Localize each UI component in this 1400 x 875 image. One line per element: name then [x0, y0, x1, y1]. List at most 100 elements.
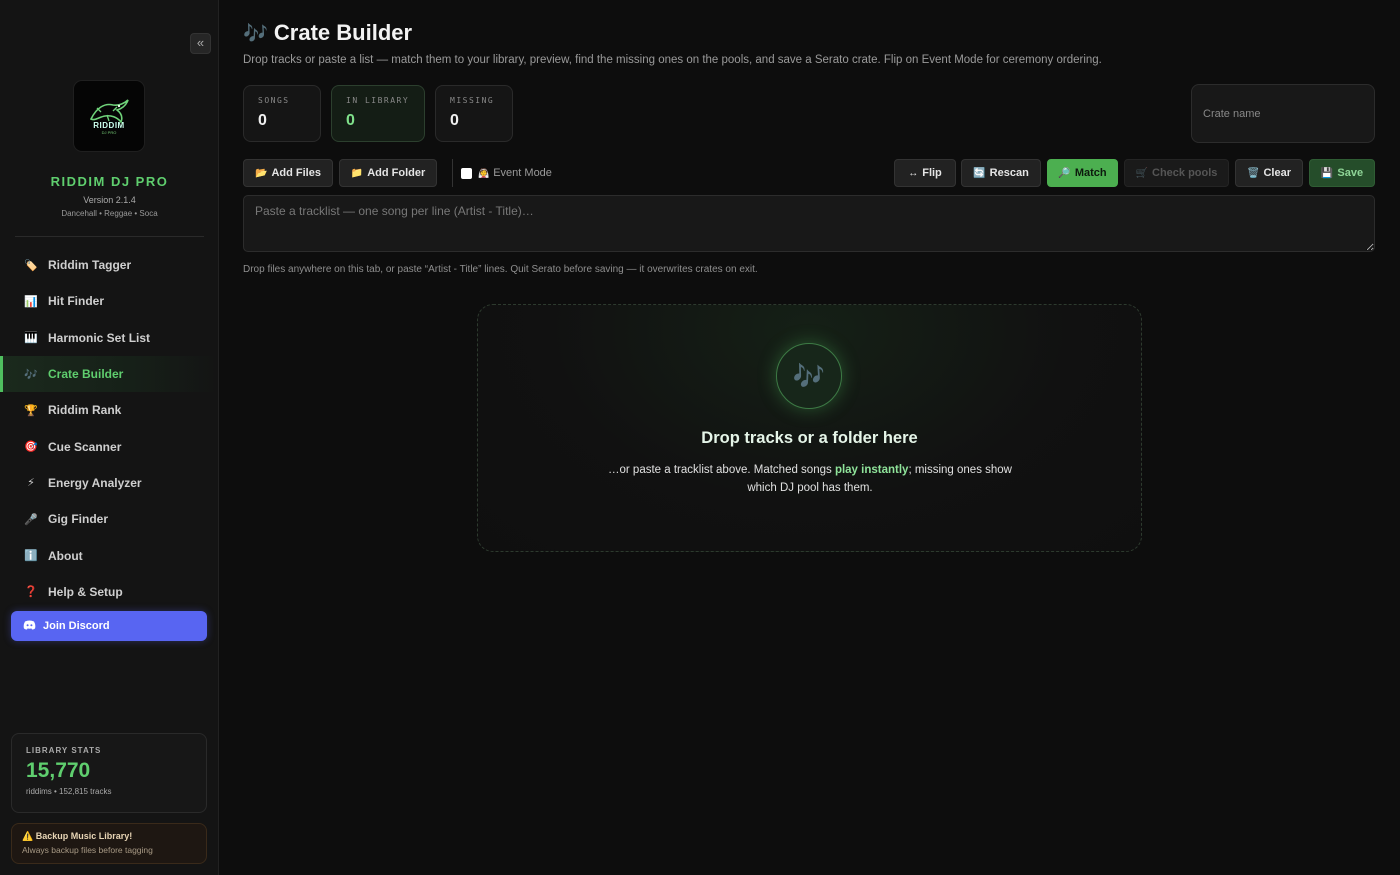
tracklist-textarea[interactable]: [243, 195, 1375, 252]
library-stats-value: 15,770: [26, 759, 91, 782]
search-icon: 🔎: [1058, 167, 1071, 179]
music-notes-icon: 🎶: [243, 22, 268, 45]
clear-button[interactable]: 🗑️ Clear: [1235, 159, 1303, 187]
nav-item-hit-finder[interactable]: 📊 Hit Finder: [0, 283, 218, 319]
match-button[interactable]: 🔎 Match: [1047, 159, 1118, 187]
check-pools-button[interactable]: 🛒 Check pools: [1124, 159, 1229, 187]
dropzone-title: Drop tracks or a folder here: [701, 429, 918, 447]
add-files-label: Add Files: [271, 167, 321, 179]
nav-item-label: Hit Finder: [48, 294, 104, 309]
nav-item-cue-scanner[interactable]: 🎯 Cue Scanner: [0, 428, 218, 464]
target-icon: 🎯: [24, 441, 38, 454]
app-version: Version 2.1.4: [83, 195, 136, 205]
nav-item-crate-builder[interactable]: 🎶 Crate Builder: [0, 355, 218, 393]
sidebar-divider: [15, 236, 204, 237]
question-icon: ❓: [24, 586, 38, 599]
stat-in-library-label: IN LIBRARY: [346, 96, 410, 105]
library-stats-card: LIBRARY STATS 15,770 riddims • 152,815 t…: [11, 733, 207, 813]
discord-label: Join Discord: [43, 620, 110, 632]
stat-missing: MISSING 0: [435, 85, 513, 142]
tag-icon: 🏷️: [24, 259, 38, 272]
brand-name: RIDDIM DJ PRO: [50, 174, 169, 189]
sidebar: « RIDDIM DJ PRO RIDDIM DJ PRO Version 2.…: [0, 0, 219, 875]
collapse-sidebar-button[interactable]: «: [190, 33, 211, 54]
nav-item-help-setup[interactable]: ❓ Help & Setup: [0, 574, 218, 610]
join-discord-button[interactable]: Join Discord: [11, 611, 207, 641]
add-folder-label: Add Folder: [367, 167, 426, 179]
library-stats-sub: riddims • 152,815 tracks: [26, 787, 112, 796]
discord-icon: [23, 620, 36, 633]
nav-item-label: Energy Analyzer: [48, 475, 142, 490]
folder-icon: 📁: [350, 167, 364, 179]
usage-hint: Drop files anywhere on this tab, or past…: [243, 264, 758, 275]
bride-icon: 👰: [478, 167, 490, 178]
match-label: Match: [1074, 167, 1107, 179]
nav-item-label: Gig Finder: [48, 512, 108, 527]
nav-item-harmonic-set-list[interactable]: 🎹 Harmonic Set List: [0, 320, 218, 356]
warning-icon: ⚠️: [22, 831, 34, 841]
piano-icon: 🎹: [24, 332, 38, 345]
stat-in-library-value: 0: [346, 112, 355, 129]
refresh-icon: 🔄: [973, 167, 986, 179]
cart-icon: 🛒: [1135, 167, 1149, 179]
flip-label: Flip: [922, 167, 942, 179]
nav-item-label: Harmonic Set List: [48, 330, 151, 345]
event-mode-checkbox[interactable]: [461, 167, 472, 179]
microphone-icon: 🎤: [24, 513, 38, 526]
event-mode-toggle[interactable]: 👰 Event Mode: [452, 159, 552, 187]
nav-item-label: Cue Scanner: [48, 439, 122, 454]
stat-songs: SONGS 0: [243, 85, 321, 142]
nav-item-label: About: [48, 548, 83, 563]
sidebar-nav: 🏷️ Riddim Tagger 📊 Hit Finder 🎹 Harmonic…: [0, 247, 218, 610]
chart-icon: 📊: [24, 295, 38, 308]
dropzone-text-pre: …or paste a tracklist above. Matched son…: [608, 464, 835, 476]
info-icon: ℹ️: [24, 550, 38, 563]
nav-item-riddim-tagger[interactable]: 🏷️ Riddim Tagger: [0, 247, 218, 283]
backup-warning-title-text: Backup Music Library!: [35, 831, 133, 841]
folder-icon: 📂: [255, 167, 268, 179]
nav-item-label: Riddim Tagger: [48, 258, 132, 273]
backup-warning-title: ⚠️ Backup Music Library!: [22, 831, 196, 842]
nav-item-label: Crate Builder: [48, 367, 124, 382]
nav-item-riddim-rank[interactable]: 🏆 Riddim Rank: [0, 392, 218, 428]
nav-item-energy-analyzer[interactable]: ⚡ Energy Analyzer: [0, 465, 218, 501]
floppy-disk-icon: 💾: [1320, 167, 1334, 179]
trash-icon: 🗑️: [1247, 167, 1260, 179]
backup-warning-sub: Always backup files before tagging: [22, 845, 153, 855]
flip-button[interactable]: ↔ Flip: [894, 159, 956, 187]
add-folder-button[interactable]: 📁 Add Folder: [339, 159, 437, 187]
library-stats-label: LIBRARY STATS: [26, 746, 102, 755]
page-title-text: Crate Builder: [273, 20, 413, 45]
main-content: 🎶 Crate Builder Drop tracks or paste a l…: [219, 0, 1400, 875]
add-files-button[interactable]: 📂 Add Files: [243, 159, 333, 187]
music-notes-icon: 🎶: [24, 368, 38, 381]
nav-item-label: Riddim Rank: [48, 403, 122, 418]
dropzone-text-highlight: play instantly: [834, 464, 909, 476]
page-title: 🎶 Crate Builder: [243, 20, 412, 46]
stat-in-library: IN LIBRARY 0: [331, 85, 425, 142]
nav-item-label: Help & Setup: [48, 584, 123, 599]
logo-wordmark: RIDDIM: [93, 121, 125, 130]
page-description: Drop tracks or paste a list — match them…: [243, 54, 1102, 66]
clear-label: Clear: [1263, 167, 1291, 179]
event-mode-label: Event Mode: [493, 167, 552, 179]
app-window: « RIDDIM DJ PRO RIDDIM DJ PRO Version 2.…: [0, 0, 1400, 875]
lightning-icon: ⚡: [27, 477, 35, 490]
swap-arrows-icon: ↔: [908, 167, 919, 179]
save-button[interactable]: 💾 Save: [1309, 159, 1375, 187]
genre-tagline: Dancehall • Reggae • Soca: [61, 209, 158, 218]
music-notes-icon: 🎶: [776, 343, 842, 409]
file-dropzone[interactable]: 🎶 Drop tracks or a folder here …or paste…: [477, 304, 1142, 552]
crate-name-input[interactable]: [1191, 84, 1375, 143]
stat-missing-value: 0: [450, 112, 459, 129]
nav-item-about[interactable]: ℹ️ About: [0, 537, 218, 573]
app-logo: RIDDIM DJ PRO: [74, 81, 144, 151]
trophy-icon: 🏆: [24, 404, 38, 417]
rescan-label: Rescan: [989, 167, 1029, 179]
dropzone-description: …or paste a tracklist above. Matched son…: [604, 461, 1016, 497]
backup-warning-card: ⚠️ Backup Music Library! Always backup f…: [11, 823, 207, 864]
stat-songs-value: 0: [258, 112, 267, 129]
logo-subtext: DJ PRO: [101, 130, 117, 135]
nav-item-gig-finder[interactable]: 🎤 Gig Finder: [0, 501, 218, 537]
rescan-button[interactable]: 🔄 Rescan: [961, 159, 1041, 187]
